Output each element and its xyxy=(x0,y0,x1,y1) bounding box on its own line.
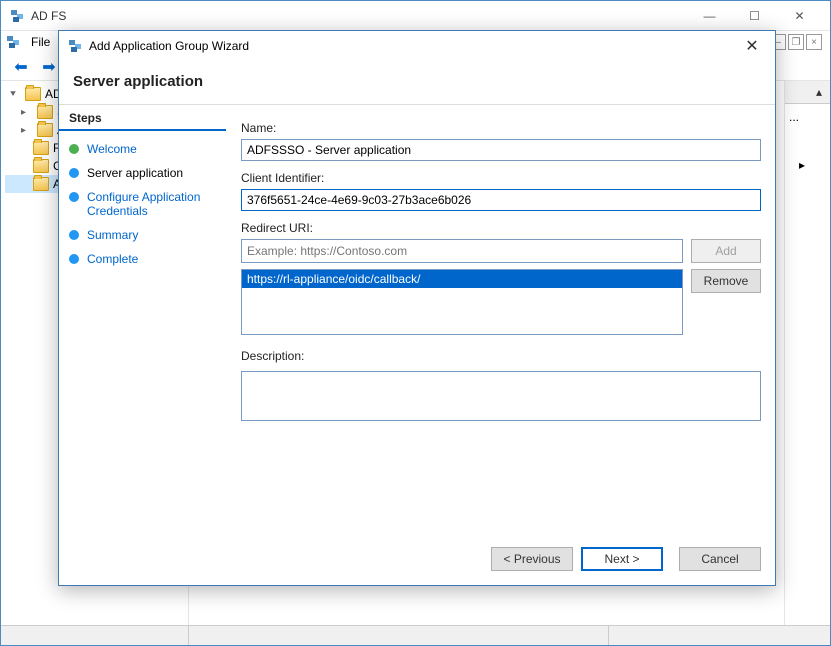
steps-panel: Steps Welcome Server application Configu… xyxy=(59,105,227,537)
step-bullet-current-icon xyxy=(69,168,79,178)
actions-expand-caret-icon[interactable]: ▸ xyxy=(799,158,805,172)
client-id-label: Client Identifier: xyxy=(241,171,761,185)
actions-panel: ▴ ... ▸ xyxy=(785,81,830,643)
nav-back-icon[interactable]: ⬅ xyxy=(9,55,33,79)
wizard-title: Add Application Group Wizard xyxy=(89,39,737,53)
step-bullet-icon xyxy=(69,230,79,240)
maximize-button[interactable]: ☐ xyxy=(732,2,777,30)
remove-button[interactable]: Remove xyxy=(691,269,761,293)
step-label: Complete xyxy=(87,252,138,266)
status-bar xyxy=(1,625,830,645)
step-label: Configure Application Credentials xyxy=(87,190,216,218)
actions-header: ▴ xyxy=(785,81,830,104)
add-button[interactable]: Add xyxy=(691,239,761,263)
minimize-button[interactable]: — xyxy=(687,2,732,30)
tree-caret-icon: ▸ xyxy=(21,125,33,136)
next-button[interactable]: Next > xyxy=(581,547,663,571)
toolbar-btn-2[interactable]: ❐ xyxy=(788,34,804,50)
step-bullet-done-icon xyxy=(69,144,79,154)
description-label: Description: xyxy=(241,349,761,363)
step-complete[interactable]: Complete xyxy=(59,247,226,271)
tree-caret-icon: ⯆ xyxy=(9,89,21,100)
form-panel: Name: Client Identifier: Redirect URI: A… xyxy=(227,105,775,537)
step-configure-credentials[interactable]: Configure Application Credentials xyxy=(59,185,226,223)
step-bullet-icon xyxy=(69,192,79,202)
adfs-menu-icon xyxy=(5,34,21,50)
step-label: Welcome xyxy=(87,142,137,156)
adfs-app-icon xyxy=(9,8,25,24)
wizard-footer: < Previous Next > Cancel xyxy=(59,537,775,585)
step-label: Server application xyxy=(87,166,183,180)
steps-header: Steps xyxy=(59,105,226,131)
cancel-button[interactable]: Cancel xyxy=(679,547,761,571)
wizard-page-title: Server application xyxy=(59,61,775,104)
redirect-uri-label: Redirect URI: xyxy=(241,221,761,235)
actions-more[interactable]: ... xyxy=(785,104,830,130)
step-summary[interactable]: Summary xyxy=(59,223,226,247)
main-titlebar: AD FS — ☐ ✕ xyxy=(1,1,830,31)
step-bullet-icon xyxy=(69,254,79,264)
redirect-uri-input[interactable] xyxy=(241,239,683,263)
redirect-uri-list[interactable]: https://rl-appliance/oidc/callback/ xyxy=(241,269,683,335)
redirect-uri-item[interactable]: https://rl-appliance/oidc/callback/ xyxy=(242,270,682,288)
main-window-title: AD FS xyxy=(31,9,687,23)
folder-icon xyxy=(37,105,53,119)
step-welcome[interactable]: Welcome xyxy=(59,137,226,161)
menu-file[interactable]: File xyxy=(25,33,56,51)
previous-button[interactable]: < Previous xyxy=(491,547,573,571)
folder-icon xyxy=(33,159,49,173)
step-label: Summary xyxy=(87,228,138,242)
description-input[interactable] xyxy=(241,371,761,421)
wizard-close-button[interactable]: ✕ xyxy=(737,32,767,60)
folder-icon xyxy=(33,177,49,191)
folder-icon xyxy=(37,123,53,137)
wizard-dialog: Add Application Group Wizard ✕ Server ap… xyxy=(58,30,776,586)
client-id-input[interactable] xyxy=(241,189,761,211)
wizard-titlebar: Add Application Group Wizard ✕ xyxy=(59,31,775,61)
toolbar-btn-3[interactable]: × xyxy=(806,34,822,50)
folder-icon xyxy=(25,87,41,101)
tree-caret-icon: ▸ xyxy=(21,107,33,118)
folder-icon xyxy=(33,141,49,155)
wizard-app-icon xyxy=(67,38,83,54)
step-server-application[interactable]: Server application xyxy=(59,161,226,185)
close-button[interactable]: ✕ xyxy=(777,2,822,30)
name-label: Name: xyxy=(241,121,761,135)
collapse-caret-icon[interactable]: ▴ xyxy=(816,85,822,99)
name-input[interactable] xyxy=(241,139,761,161)
